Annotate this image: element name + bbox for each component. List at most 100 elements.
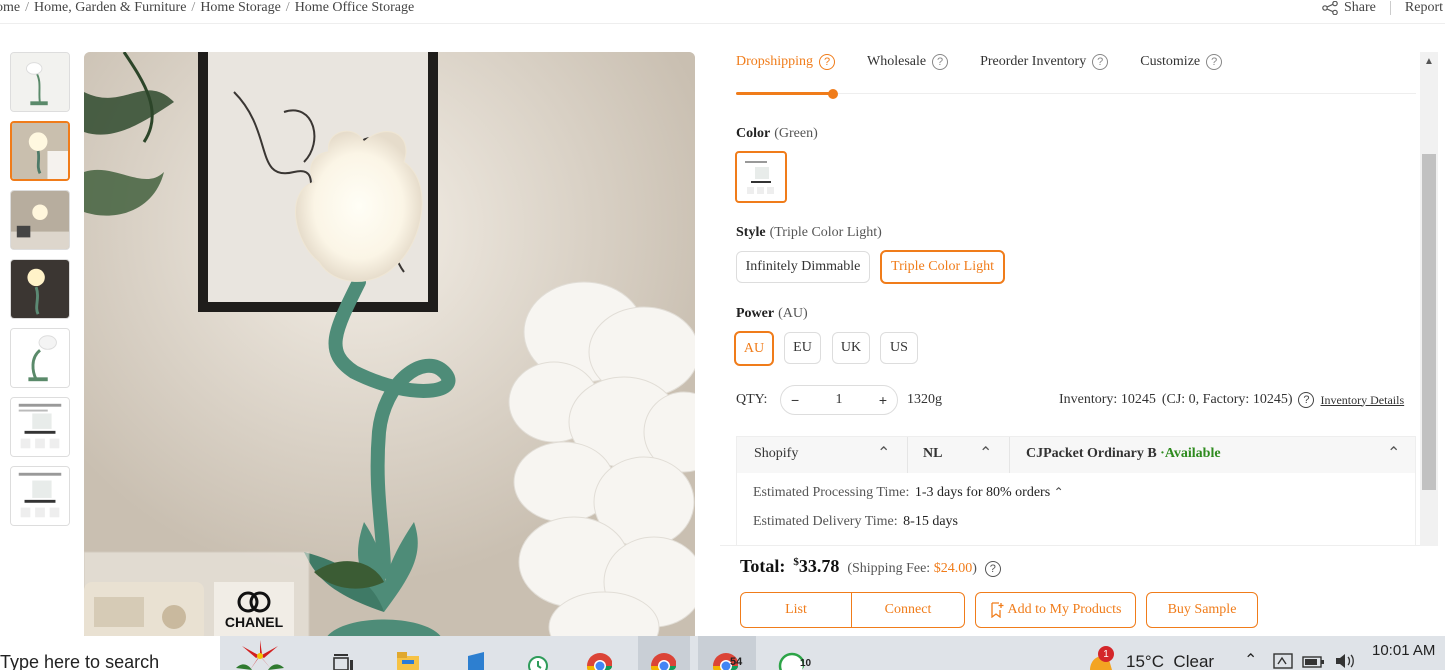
chevron-up-icon[interactable]: ⌃: [1244, 650, 1257, 670]
chevron-up-icon[interactable]: ⌃: [877, 443, 890, 463]
inventory-count: Inventory: 10245: [1059, 392, 1156, 407]
total-row: Total: $33.78 (Shipping Fee: $24.00) ?: [740, 556, 1001, 577]
lamp-photo: CHANEL: [84, 52, 695, 642]
power-option-label: US: [890, 340, 908, 355]
windows-taskbar: Type here to search 54 10 1 15°C Clear ⌃…: [0, 636, 1445, 670]
thumbnail-5[interactable]: [10, 328, 70, 388]
color-swatch-green[interactable]: [735, 151, 787, 203]
style-label: Style: [736, 225, 766, 240]
thumbnail-4[interactable]: [10, 259, 70, 319]
divider: [907, 437, 908, 473]
chrome-icon[interactable]: [584, 642, 612, 670]
breadcrumb-item-home[interactable]: ome: [0, 0, 20, 15]
tab-wholesale-label: Wholesale: [867, 54, 927, 69]
thumbnail-image: [11, 260, 69, 318]
power-option-eu[interactable]: EU: [784, 332, 821, 364]
thumbnail-7[interactable]: [10, 466, 70, 526]
tab-dropshipping-label: Dropshipping: [736, 54, 813, 69]
breadcrumb-item-home-office-storage[interactable]: Home Office Storage: [295, 0, 414, 15]
taskbar-search-input[interactable]: Type here to search: [0, 636, 220, 670]
chrome-icon[interactable]: [648, 642, 676, 670]
processing-time-label: Estimated Processing Time:: [753, 485, 910, 500]
power-option-uk[interactable]: UK: [832, 332, 870, 364]
help-icon[interactable]: ?: [984, 561, 1001, 577]
style-option-infinitely-dimmable[interactable]: Infinitely Dimmable: [736, 251, 870, 283]
help-icon[interactable]: ?: [1298, 392, 1315, 408]
shipping-panel: Shopify ⌃ NL ⌃ CJPacket Ordinary B ·Avai…: [736, 436, 1416, 546]
minus-icon[interactable]: −: [791, 392, 799, 408]
add-to-products-label: Add to My Products: [1007, 602, 1122, 617]
quantity-value[interactable]: 1: [836, 392, 843, 408]
shipping-fee-suffix: ): [972, 561, 977, 576]
tab-customize[interactable]: Customize ?: [1140, 54, 1223, 70]
tab-preorder-inventory[interactable]: Preorder Inventory ?: [980, 54, 1109, 70]
thumbnail-3[interactable]: [10, 190, 70, 250]
help-icon[interactable]: ?: [1206, 54, 1223, 70]
divider: [1009, 437, 1010, 473]
buy-sample-button[interactable]: Buy Sample: [1146, 592, 1258, 628]
network-icon[interactable]: [1272, 652, 1294, 670]
volume-icon[interactable]: [1334, 652, 1356, 670]
power-option-label: UK: [840, 340, 862, 355]
battery-icon[interactable]: [1302, 654, 1326, 668]
report-link[interactable]: Report: [1405, 0, 1443, 16]
breadcrumb-item-home-storage[interactable]: Home Storage: [200, 0, 280, 15]
connect-button[interactable]: Connect: [851, 592, 965, 628]
notification-badge: 1: [1098, 646, 1114, 662]
total-amount-value: 33.78: [798, 556, 840, 576]
breadcrumb-item-home-garden[interactable]: Home, Garden & Furniture: [34, 0, 186, 15]
panel-scrollbar[interactable]: ▲: [1420, 52, 1438, 546]
availability-status: ·Available: [1160, 446, 1221, 461]
chevron-up-icon[interactable]: ⌃: [1054, 485, 1064, 499]
shipping-method-select[interactable]: CJPacket Ordinary B ·Available: [1026, 446, 1221, 462]
file-explorer-icon[interactable]: [394, 642, 422, 670]
list-button[interactable]: List: [740, 592, 852, 628]
scroll-up-arrow-icon[interactable]: ▲: [1424, 56, 1434, 67]
tab-dropshipping[interactable]: Dropshipping ?: [736, 54, 835, 70]
add-to-my-products-button[interactable]: Add to My Products: [975, 592, 1136, 628]
quantity-stepper: − 1 +: [780, 385, 898, 415]
chevron-up-icon[interactable]: ⌃: [979, 443, 992, 463]
slider-handle: [828, 89, 838, 99]
delivery-time-label: Estimated Delivery Time:: [753, 514, 898, 529]
top-actions: Share Report: [1322, 0, 1443, 16]
shipping-method-value: CJPacket Ordinary B: [1026, 446, 1157, 461]
clock-time[interactable]: 10:01 AM: [1372, 642, 1435, 659]
style-option-triple-color-light[interactable]: Triple Color Light: [880, 250, 1005, 284]
color-selected: (Green): [774, 126, 818, 141]
power-option-au[interactable]: AU: [734, 331, 774, 366]
style-option-label: Triple Color Light: [891, 259, 994, 274]
country-select[interactable]: NL: [923, 446, 942, 462]
platform-select[interactable]: Shopify: [754, 446, 798, 462]
main-product-image[interactable]: CHANEL: [84, 52, 695, 642]
tab-active-indicator: [736, 92, 836, 95]
help-icon[interactable]: ?: [932, 54, 949, 70]
share-button[interactable]: Share: [1322, 0, 1376, 16]
top-bar: ome/Home, Garden & Furniture/Home Storag…: [0, 0, 1445, 24]
power-option-us[interactable]: US: [880, 332, 918, 364]
thumbnail-image: [11, 329, 69, 387]
chevron-up-icon[interactable]: ⌃: [1387, 443, 1400, 463]
weather-text[interactable]: 15°C Clear: [1126, 652, 1214, 670]
power-label: Power: [736, 306, 775, 321]
color-label: Color: [736, 126, 771, 141]
thumbnail-6[interactable]: [10, 397, 70, 457]
task-view-icon[interactable]: [330, 642, 358, 670]
thumbnail-1[interactable]: [10, 52, 70, 112]
tab-customize-label: Customize: [1140, 54, 1201, 69]
thumbnail-2[interactable]: [10, 121, 70, 181]
share-label: Share: [1344, 0, 1376, 15]
scrollbar-thumb[interactable]: [1422, 154, 1436, 490]
tab-wholesale[interactable]: Wholesale ?: [867, 54, 949, 70]
inventory-details-link[interactable]: Inventory Details: [1320, 393, 1404, 408]
breadcrumb: ome/Home, Garden & Furniture/Home Storag…: [0, 0, 414, 16]
thumbnail-image: [11, 467, 69, 525]
clock-app-icon[interactable]: [524, 642, 552, 670]
help-icon[interactable]: ?: [1092, 54, 1109, 70]
plus-icon[interactable]: +: [879, 392, 887, 408]
remote-desktop-icon[interactable]: [462, 642, 490, 670]
processing-time-row: Estimated Processing Time: 1-3 days for …: [753, 485, 1064, 501]
power-option-label: AU: [743, 340, 765, 356]
platform-value: Shopify: [754, 446, 799, 461]
help-icon[interactable]: ?: [819, 54, 835, 70]
